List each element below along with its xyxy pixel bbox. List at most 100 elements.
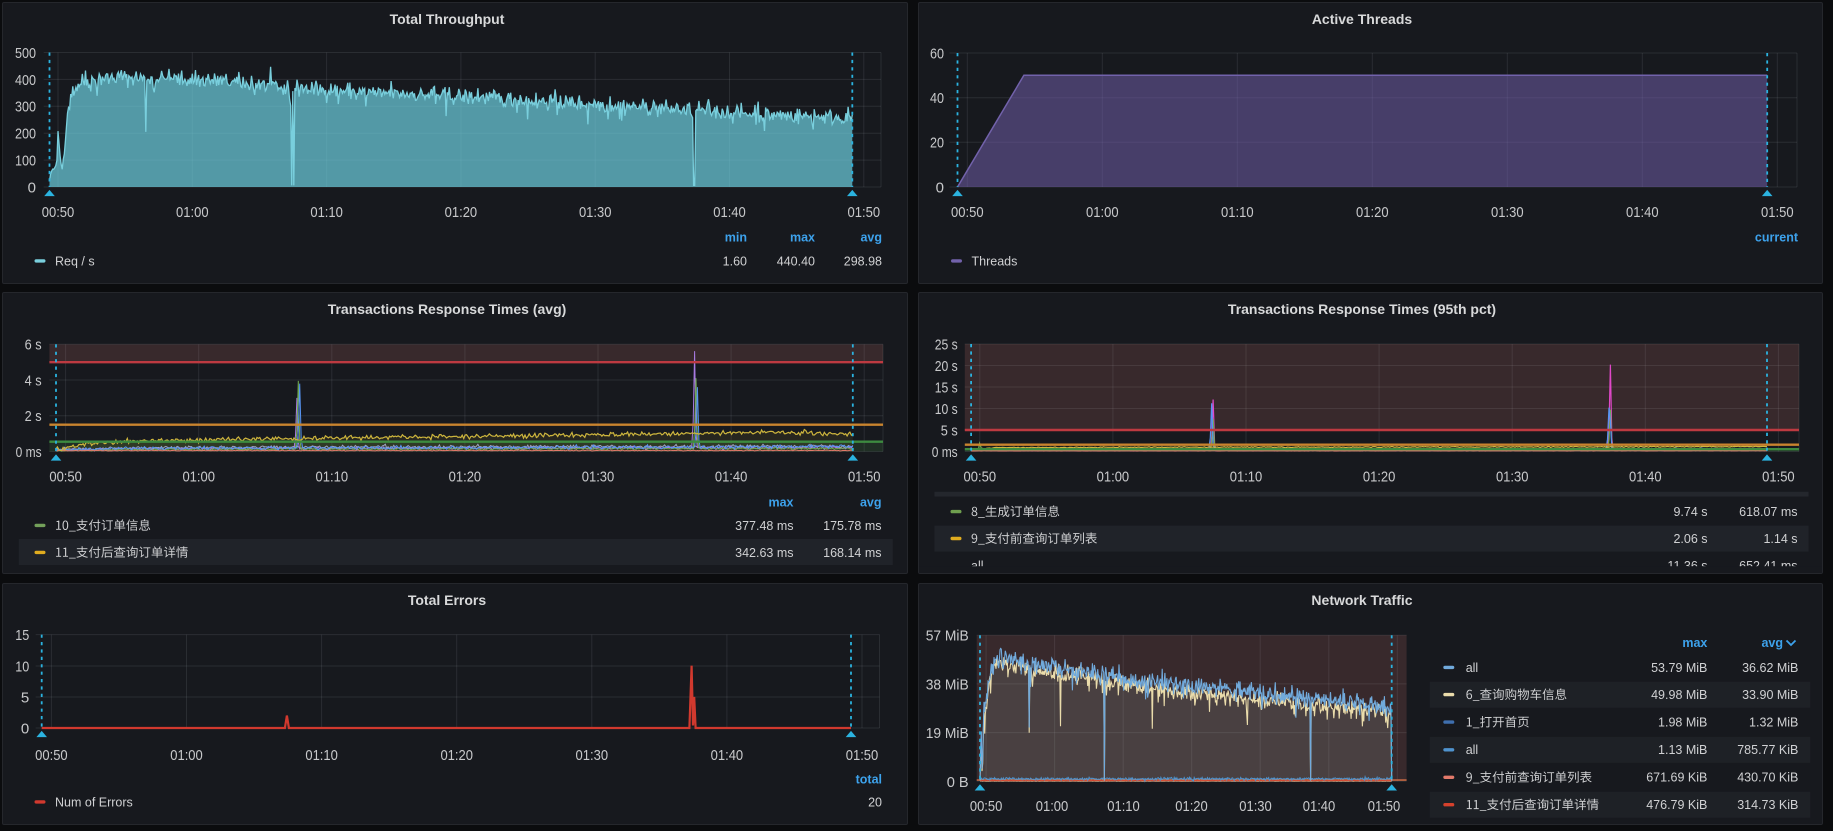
svg-text:0: 0 — [28, 179, 36, 196]
svg-text:Threads: Threads — [971, 254, 1017, 268]
svg-text:20: 20 — [930, 135, 944, 152]
svg-text:01:30: 01:30 — [579, 204, 612, 221]
svg-text:avg: avg — [1761, 636, 1783, 650]
svg-text:01:50: 01:50 — [846, 747, 879, 764]
svg-text:1.13 MiB: 1.13 MiB — [1658, 743, 1707, 757]
svg-text:400: 400 — [15, 72, 36, 89]
svg-text:0 ms: 0 ms — [931, 444, 957, 461]
svg-text:01:30: 01:30 — [576, 747, 609, 764]
svg-text:00:50: 00:50 — [49, 468, 82, 485]
svg-text:01:20: 01:20 — [445, 204, 478, 221]
svg-text:00:50: 00:50 — [35, 747, 68, 764]
svg-text:01:20: 01:20 — [449, 468, 482, 485]
svg-text:19 MiB: 19 MiB — [925, 725, 968, 742]
svg-text:01:50: 01:50 — [1762, 468, 1795, 485]
svg-text:500: 500 — [15, 45, 36, 62]
svg-text:01:00: 01:00 — [1086, 204, 1119, 221]
svg-text:53.79 MiB: 53.79 MiB — [1651, 661, 1707, 675]
svg-text:max: max — [1682, 636, 1707, 650]
svg-text:avg: avg — [860, 230, 882, 244]
svg-text:00:50: 00:50 — [42, 204, 75, 221]
svg-text:2.06 s: 2.06 s — [1673, 532, 1707, 546]
svg-text:671.69 KiB: 671.69 KiB — [1646, 771, 1707, 785]
svg-text:01:30: 01:30 — [582, 468, 615, 485]
svg-text:Transactions Response Times (a: Transactions Response Times (avg) — [328, 301, 567, 317]
svg-text:total: total — [856, 772, 882, 786]
svg-text:0: 0 — [21, 720, 29, 737]
svg-text:25 s: 25 s — [934, 336, 957, 353]
svg-text:Total Errors: Total Errors — [408, 592, 487, 608]
svg-text:6 s: 6 s — [25, 337, 42, 354]
svg-text:15 s: 15 s — [934, 379, 957, 396]
svg-text:0: 0 — [935, 179, 943, 196]
svg-text:Total Throughput: Total Throughput — [390, 11, 505, 27]
svg-text:current: current — [1754, 230, 1798, 244]
svg-text:0 B: 0 B — [946, 774, 968, 791]
svg-text:01:00: 01:00 — [170, 747, 203, 764]
svg-text:476.79 KiB: 476.79 KiB — [1646, 798, 1707, 812]
svg-text:20: 20 — [868, 795, 882, 809]
svg-text:avg: avg — [860, 495, 882, 509]
svg-text:40: 40 — [930, 90, 944, 107]
svg-text:175.78 ms: 175.78 ms — [823, 519, 881, 533]
svg-text:01:20: 01:20 — [440, 747, 473, 764]
svg-text:430.70 KiB: 430.70 KiB — [1737, 771, 1798, 785]
svg-text:01:00: 01:00 — [1035, 798, 1068, 815]
svg-text:Num of Errors: Num of Errors — [55, 795, 133, 809]
svg-text:100: 100 — [15, 153, 36, 170]
svg-text:785.77 KiB: 785.77 KiB — [1737, 743, 1798, 757]
svg-text:9.74 s: 9.74 s — [1673, 505, 1707, 519]
svg-text:2 s: 2 s — [25, 408, 42, 425]
svg-text:01:50: 01:50 — [1761, 204, 1794, 221]
svg-text:33.90 MiB: 33.90 MiB — [1742, 688, 1798, 702]
svg-text:00:50: 00:50 — [963, 468, 996, 485]
svg-text:Transactions Response Times (9: Transactions Response Times (95th pct) — [1227, 301, 1495, 317]
svg-text:20 s: 20 s — [934, 358, 957, 375]
svg-text:01:50: 01:50 — [1367, 798, 1400, 815]
svg-text:10 s: 10 s — [934, 401, 957, 418]
svg-text:314.73 KiB: 314.73 KiB — [1737, 798, 1798, 812]
svg-text:01:40: 01:40 — [1626, 204, 1659, 221]
svg-text:01:10: 01:10 — [1107, 798, 1140, 815]
svg-text:01:20: 01:20 — [1362, 468, 1395, 485]
svg-text:01:50: 01:50 — [848, 204, 881, 221]
svg-text:49.98 MiB: 49.98 MiB — [1651, 688, 1707, 702]
svg-text:01:10: 01:10 — [1229, 468, 1262, 485]
svg-text:00:50: 00:50 — [969, 798, 1002, 815]
svg-text:00:50: 00:50 — [951, 204, 984, 221]
svg-text:1.14 s: 1.14 s — [1763, 532, 1797, 546]
svg-text:618.07 ms: 618.07 ms — [1739, 505, 1797, 519]
svg-text:all: all — [1465, 661, 1478, 675]
svg-text:38 MiB: 38 MiB — [925, 676, 968, 693]
svg-text:377.48 ms: 377.48 ms — [735, 519, 793, 533]
svg-text:01:40: 01:40 — [1302, 798, 1335, 815]
svg-text:01:40: 01:40 — [1629, 468, 1662, 485]
svg-text:298.98: 298.98 — [844, 254, 882, 268]
svg-text:01:20: 01:20 — [1175, 798, 1208, 815]
svg-text:342.63 ms: 342.63 ms — [735, 546, 793, 560]
svg-text:max: max — [790, 230, 815, 244]
svg-text:01:00: 01:00 — [1096, 468, 1129, 485]
svg-text:5 s: 5 s — [940, 422, 957, 439]
svg-text:01:20: 01:20 — [1356, 204, 1389, 221]
svg-text:4 s: 4 s — [25, 372, 42, 389]
svg-text:1.32 MiB: 1.32 MiB — [1749, 716, 1798, 730]
svg-text:01:30: 01:30 — [1495, 468, 1528, 485]
svg-text:01:00: 01:00 — [176, 204, 209, 221]
svg-text:300: 300 — [15, 99, 36, 116]
svg-text:200: 200 — [15, 126, 36, 143]
svg-text:1.98 MiB: 1.98 MiB — [1658, 716, 1707, 730]
svg-text:01:10: 01:10 — [1221, 204, 1254, 221]
svg-text:01:50: 01:50 — [848, 468, 881, 485]
svg-text:01:10: 01:10 — [305, 747, 338, 764]
svg-text:01:10: 01:10 — [316, 468, 349, 485]
svg-text:168.14 ms: 168.14 ms — [823, 546, 881, 560]
svg-text:min: min — [725, 230, 747, 244]
svg-text:10: 10 — [15, 658, 29, 675]
svg-text:01:30: 01:30 — [1239, 798, 1272, 815]
svg-text:01:00: 01:00 — [182, 468, 215, 485]
svg-text:5: 5 — [21, 689, 29, 706]
svg-text:15: 15 — [15, 627, 29, 644]
svg-text:36.62 MiB: 36.62 MiB — [1742, 661, 1798, 675]
svg-text:01:30: 01:30 — [1491, 204, 1524, 221]
